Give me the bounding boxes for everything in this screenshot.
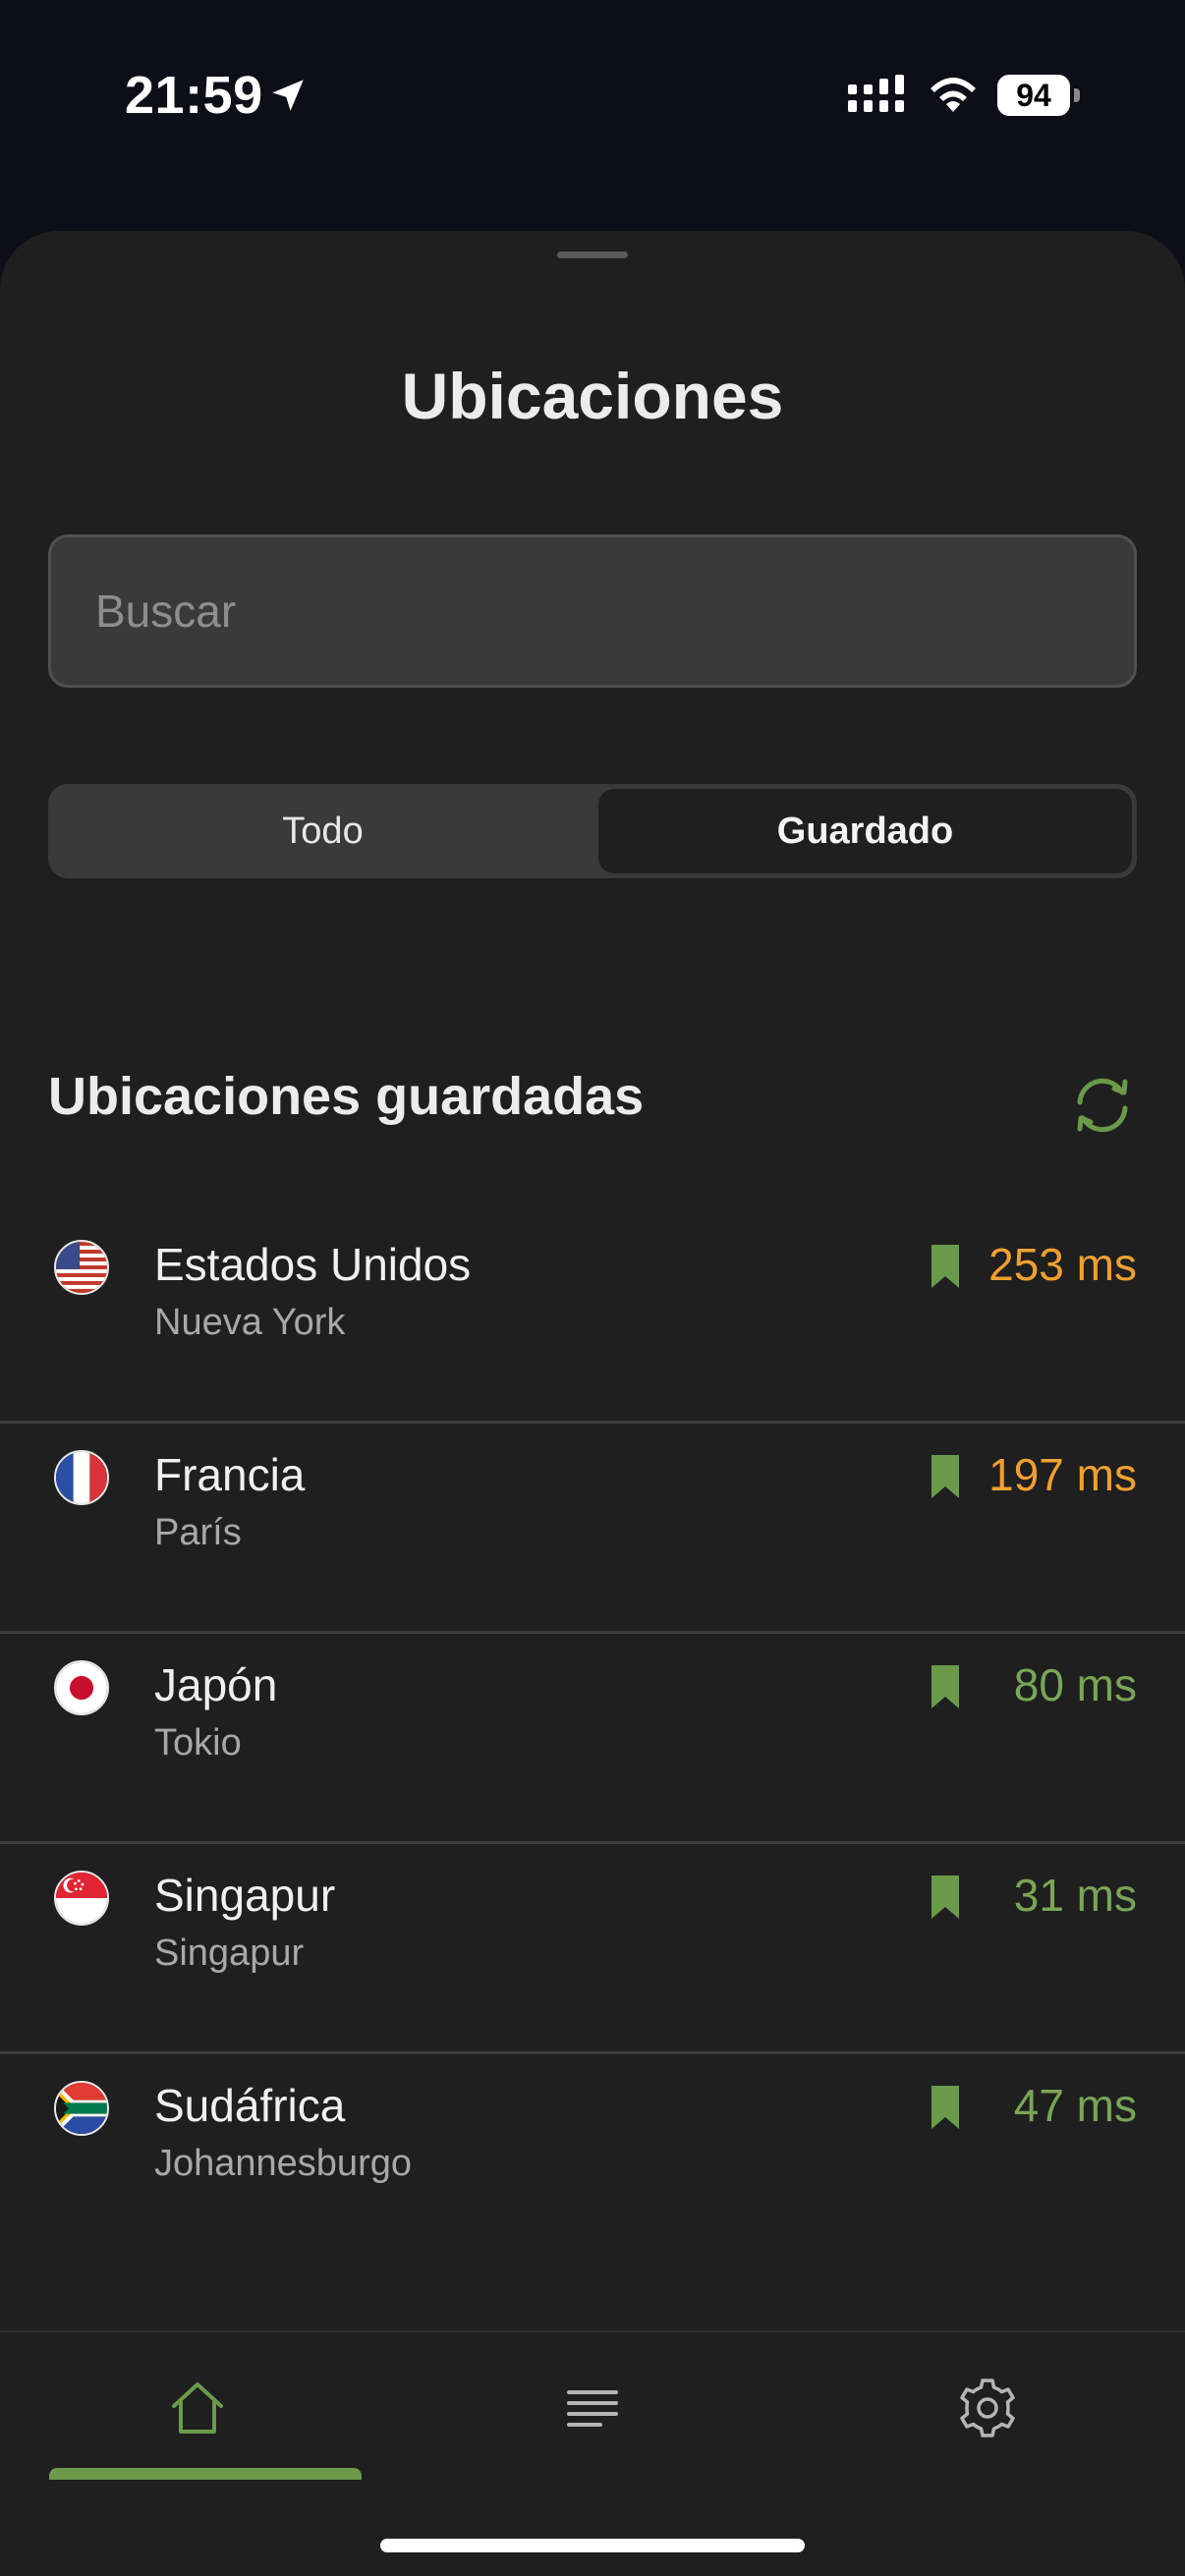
cellular-signal-icon: [848, 75, 904, 112]
search-input[interactable]: [48, 534, 1137, 688]
wifi-icon: [931, 78, 976, 112]
country-name: Singapur: [154, 1870, 336, 1921]
location-arrow-icon: [272, 80, 304, 111]
latency-value: 197 ms: [988, 1449, 1137, 1500]
latency-value: 253 ms: [988, 1239, 1137, 1290]
battery-indicator: 94: [997, 75, 1080, 116]
tab-home[interactable]: [0, 2332, 395, 2480]
us-flag-icon: [54, 1240, 109, 1295]
location-row-us[interactable]: Estados Unidos Nueva York 253 ms: [0, 1213, 1185, 1424]
country-name: Francia: [154, 1449, 306, 1500]
bookmark-icon[interactable]: [930, 2084, 961, 2131]
country-name: Japón: [154, 1659, 278, 1710]
battery-cap: [1074, 88, 1080, 102]
bookmark-icon[interactable]: [930, 1453, 961, 1500]
latency-value: 31 ms: [1013, 1870, 1137, 1921]
home-indicator[interactable]: [380, 2539, 805, 2552]
fr-flag-icon: [54, 1450, 109, 1505]
tab-settings[interactable]: [790, 2332, 1185, 2480]
status-bar: 21:59 94: [0, 0, 1185, 196]
page-title: Ubicaciones: [401, 360, 784, 432]
city-name: Singapur: [154, 1932, 305, 1974]
list-icon: [567, 2390, 618, 2427]
status-time: 21:59: [125, 66, 263, 125]
gear-icon: [960, 2379, 1015, 2437]
segmented-control: Todo Guardado: [48, 784, 1137, 878]
locations-sheet: Ubicaciones Todo Guardado Ubicaciones gu…: [0, 231, 1185, 2576]
city-name: Johannesburgo: [154, 2143, 412, 2184]
battery-level: 94: [1016, 78, 1051, 113]
bookmark-icon[interactable]: [930, 1243, 961, 1290]
bookmark-icon[interactable]: [930, 1663, 961, 1710]
za-flag-icon: [54, 2081, 109, 2136]
jp-flag-icon: [54, 1660, 109, 1715]
segment-guardado[interactable]: Guardado: [598, 789, 1132, 873]
country-name: Estados Unidos: [154, 1239, 472, 1290]
section-title: Ubicaciones guardadas: [48, 1067, 645, 1126]
latency-value: 47 ms: [1013, 2080, 1137, 2131]
bookmark-icon[interactable]: [930, 1874, 961, 1921]
sg-flag-icon: [54, 1871, 109, 1926]
tab-bar: [0, 2330, 1185, 2576]
latency-value: 80 ms: [1013, 1659, 1137, 1710]
location-row-jp[interactable]: Japón Tokio 80 ms: [0, 1634, 1185, 1844]
saved-locations-list: Estados Unidos Nueva York 253 ms Francia: [0, 1213, 1185, 2265]
sheet-grabber[interactable]: [557, 252, 628, 258]
active-tab-indicator: [49, 2468, 362, 2480]
home-icon: [172, 2382, 223, 2434]
country-name: Sudáfrica: [154, 2080, 346, 2131]
refresh-icon[interactable]: [1068, 1071, 1137, 1140]
location-row-sg[interactable]: Singapur Singapur 31 ms: [0, 1844, 1185, 2054]
city-name: Tokio: [154, 1722, 242, 1764]
segment-todo[interactable]: Todo: [53, 789, 592, 873]
screen: 21:59 94 Ubicaciones Buscar Todo Guardad…: [0, 0, 1185, 2576]
tab-list[interactable]: [395, 2332, 790, 2480]
location-row-fr[interactable]: Francia París 197 ms: [0, 1424, 1185, 1634]
city-name: París: [154, 1512, 242, 1553]
city-name: Nueva York: [154, 1302, 346, 1343]
location-row-za[interactable]: Sudáfrica Johannesburgo 47 ms: [0, 2054, 1185, 2265]
